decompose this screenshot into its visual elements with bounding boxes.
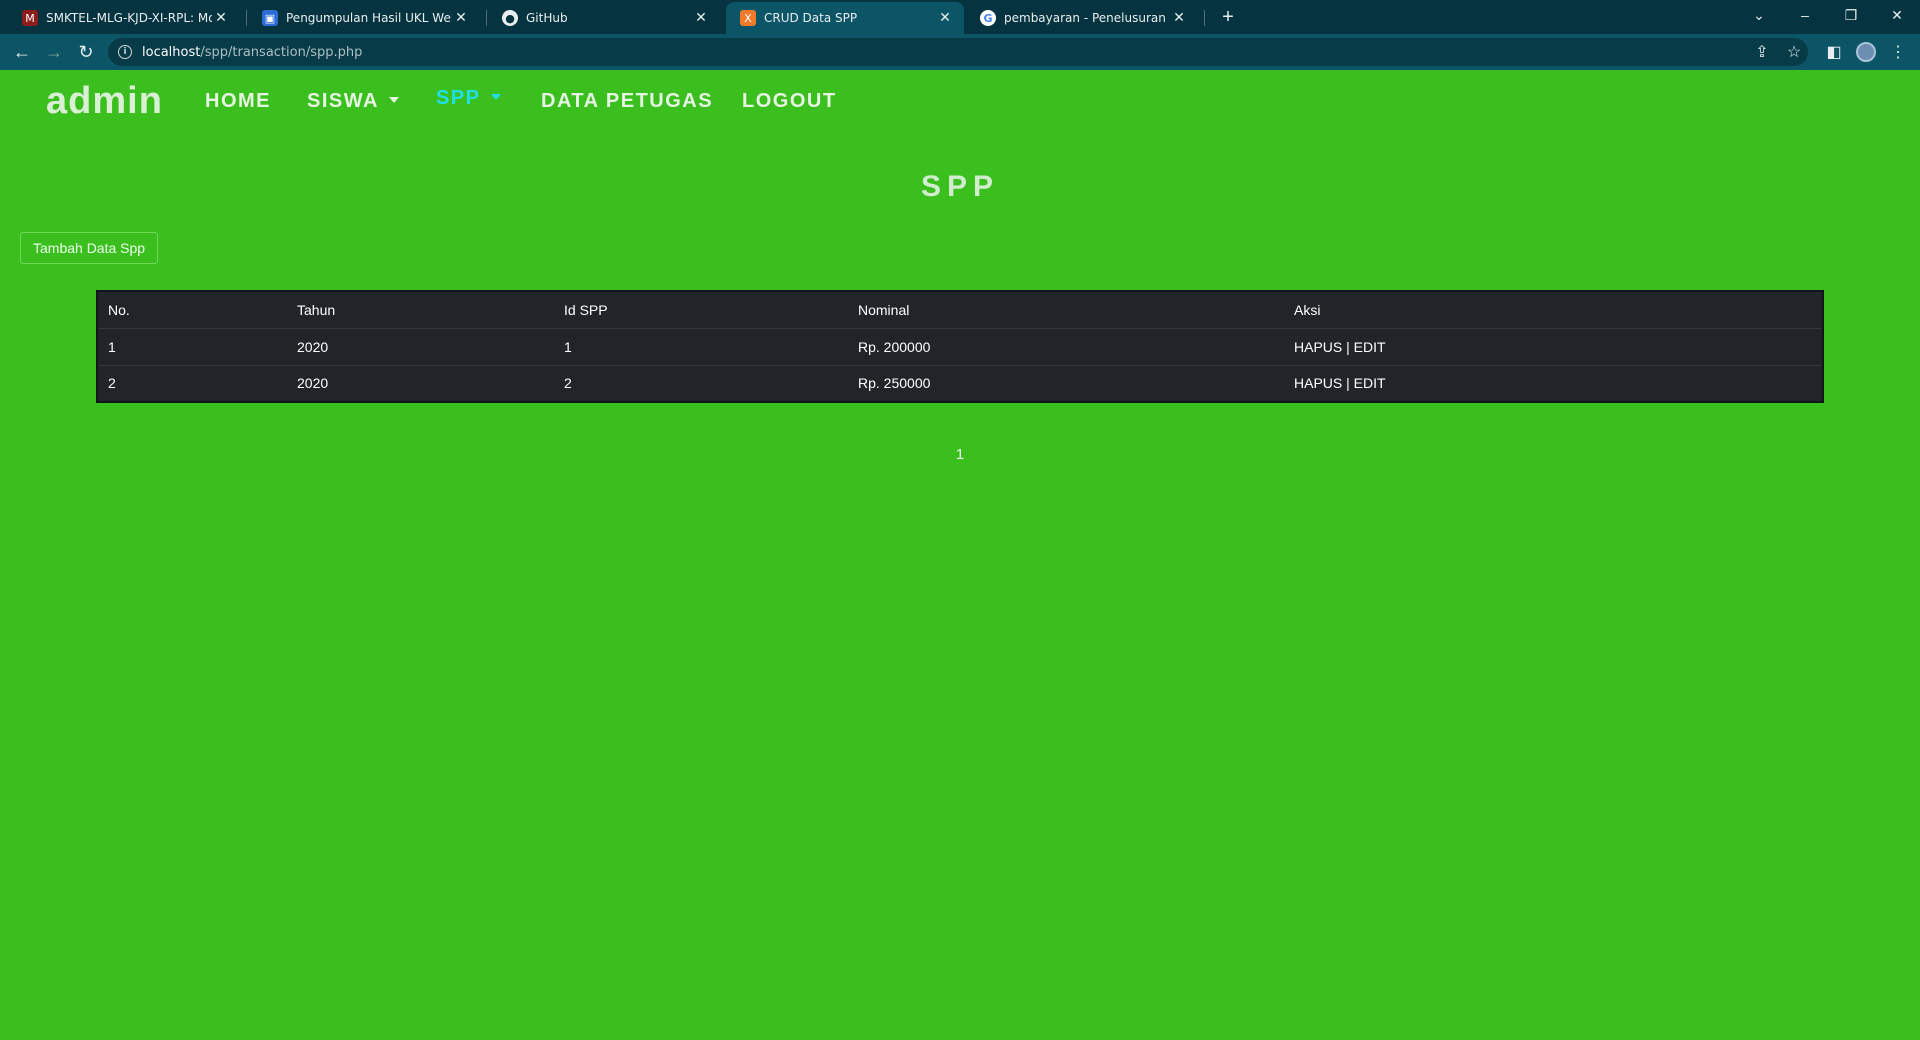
cell-nominal: Rp. 250000: [858, 375, 931, 392]
column-header-tahun: Tahun: [287, 291, 554, 329]
profile-avatar[interactable]: [1856, 42, 1876, 62]
cell-id-spp: 1: [554, 328, 848, 366]
forward-arrow-icon[interactable]: →: [42, 40, 66, 64]
site-info-icon[interactable]: i: [118, 45, 132, 59]
tab-title: pembayaran - Penelusuran Google: [1004, 11, 1170, 25]
cell-id-spp: 2: [564, 375, 572, 392]
brand-logo[interactable]: admin: [46, 80, 163, 123]
browser-tab[interactable]: M SMKTEL-MLG-KJD-XI-RPL: Modul ✕: [8, 2, 240, 34]
site-navbar: admin HOME SISWA SPP DATA PETUGAS LOGOUT: [0, 70, 1920, 132]
caret-down-icon: [490, 93, 501, 100]
column-header-no: No.: [97, 291, 287, 329]
nav-siswa-dropdown[interactable]: SISWA: [307, 90, 399, 113]
google-icon: G: [980, 10, 996, 26]
bookmark-star-icon[interactable]: ☆: [1782, 40, 1806, 64]
browser-tab[interactable]: ▣ Pengumpulan Hasil UKL Web ✕: [248, 2, 480, 34]
edit-link[interactable]: EDIT: [1354, 375, 1386, 391]
browser-tab-active[interactable]: X CRUD Data SPP ✕: [726, 2, 964, 34]
tab-title: Pengumpulan Hasil UKL Web: [286, 11, 452, 25]
column-header-id-spp: Id SPP: [554, 291, 848, 329]
new-tab-plus-icon[interactable]: +: [1216, 4, 1240, 30]
tab-title: GitHub: [526, 11, 568, 25]
moodle-icon: M: [22, 10, 38, 26]
browser-tab[interactable]: ● GitHub ✕: [488, 2, 720, 34]
url-path: /spp/transaction/spp.php: [200, 44, 363, 60]
nav-spp-dropdown[interactable]: SPP: [436, 87, 501, 110]
nav-spp-label: SPP: [436, 87, 481, 109]
tab-separator: [486, 10, 487, 26]
tab-title: SMKTEL-MLG-KJD-XI-RPL: Modul: [46, 11, 212, 25]
action-separator: |: [1346, 375, 1350, 392]
browser-tab[interactable]: G pembayaran - Penelusuran Google ✕: [966, 2, 1198, 34]
url-host: localhost: [142, 44, 201, 60]
browser-toolbar: ← → ↻ i localhost/spp/transaction/spp.ph…: [0, 34, 1920, 70]
nav-siswa-label: SISWA: [307, 90, 379, 112]
back-arrow-icon[interactable]: ←: [10, 40, 34, 64]
cell-no: 1: [97, 328, 287, 366]
close-icon[interactable]: ✕: [936, 10, 954, 26]
cell-nominal: Rp. 200000: [848, 328, 1284, 366]
action-separator: |: [1346, 338, 1350, 355]
tab-title: CRUD Data SPP: [764, 11, 858, 25]
tab-separator: [1204, 10, 1205, 26]
github-icon: ●: [502, 10, 518, 26]
page-number-link[interactable]: 1: [956, 446, 964, 463]
tab-search-chevron-icon[interactable]: ⌄: [1736, 0, 1782, 30]
close-icon[interactable]: ✕: [452, 10, 470, 26]
restore-icon[interactable]: ❐: [1828, 0, 1874, 30]
browser-tab-strip: M SMKTEL-MLG-KJD-XI-RPL: Modul ✕ ▣ Pengu…: [0, 0, 1920, 34]
hapus-link[interactable]: HAPUS: [1294, 375, 1342, 391]
edit-link[interactable]: EDIT: [1354, 339, 1386, 355]
side-panel-icon[interactable]: ◧: [1822, 40, 1846, 64]
share-icon[interactable]: ⇪: [1750, 40, 1774, 64]
caret-down-icon: [388, 96, 399, 103]
close-icon[interactable]: ✕: [212, 10, 230, 26]
address-bar[interactable]: i localhost/spp/transaction/spp.php: [108, 38, 1808, 66]
hapus-link[interactable]: HAPUS: [1294, 339, 1342, 355]
cell-aksi: HAPUS | EDIT: [1284, 328, 1823, 366]
column-header-nominal: Nominal: [848, 291, 1284, 329]
nav-logout[interactable]: LOGOUT: [742, 90, 837, 113]
pagination: 1: [0, 446, 1920, 463]
nav-home[interactable]: HOME: [205, 90, 271, 113]
cell-tahun: 2020: [287, 328, 554, 366]
add-spp-button[interactable]: Tambah Data Spp: [20, 232, 159, 264]
table-row: 1 2020 1 Rp. 200000 HAPUS | EDIT: [97, 328, 1823, 366]
cell-no: 2: [108, 375, 116, 392]
table-row: 2 2020 2 Rp. 250000 HAPUS | EDIT: [97, 365, 1823, 402]
table-header-row: No. Tahun Id SPP Nominal Aksi: [97, 291, 1823, 329]
nav-data-petugas[interactable]: DATA PETUGAS: [541, 90, 713, 113]
reload-icon[interactable]: ↻: [74, 40, 98, 64]
xampp-icon: X: [740, 10, 756, 26]
column-header-aksi: Aksi: [1284, 291, 1823, 329]
cell-tahun: 2020: [297, 375, 329, 392]
tab-separator: [246, 10, 247, 26]
page-title: SPP: [920, 170, 1000, 203]
classroom-icon: ▣: [262, 10, 278, 26]
cell-aksi: HAPUS | EDIT: [1284, 365, 1823, 402]
spp-table: No. Tahun Id SPP Nominal Aksi 1 2020 1 R…: [96, 290, 1824, 403]
close-icon[interactable]: ✕: [692, 10, 710, 26]
minimize-icon[interactable]: –: [1782, 0, 1828, 30]
menu-kebab-icon[interactable]: ⋮: [1886, 40, 1910, 64]
window-close-icon[interactable]: ✕: [1874, 0, 1920, 30]
url-text: localhost/spp/transaction/spp.php: [142, 45, 362, 60]
close-icon[interactable]: ✕: [1170, 10, 1188, 26]
